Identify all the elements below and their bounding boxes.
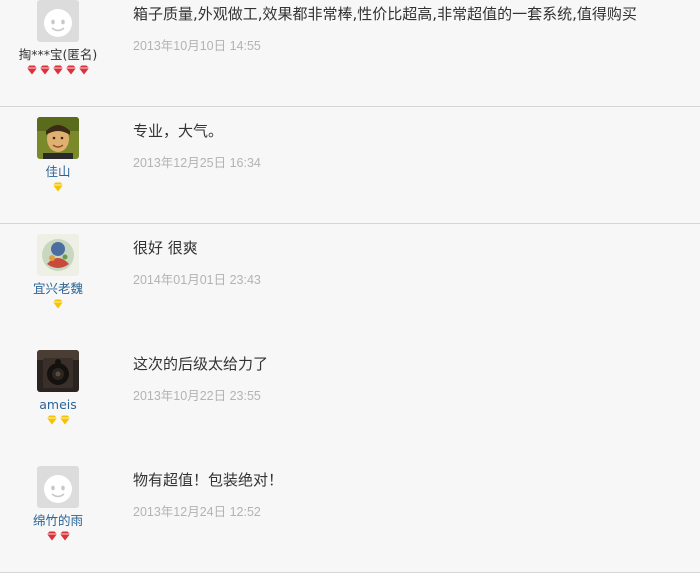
username[interactable]: 掏***宝(匿名) — [0, 47, 116, 63]
user-photo-icon[interactable] — [37, 234, 79, 276]
review-item: ameis 这次的后级太给力了 2013年10月22日 23:55 — [0, 340, 700, 457]
gold-diamond-icon — [53, 182, 63, 192]
buyer-level-badges — [0, 531, 116, 546]
red-diamond-icon — [53, 65, 63, 75]
review-item: 绵竹的雨 物有超值！包装绝对！ 2013年12月24日 12:52 — [0, 456, 700, 573]
review-timestamp: 2013年12月24日 12:52 — [133, 505, 261, 519]
red-diamond-icon — [79, 65, 89, 75]
red-diamond-icon — [27, 65, 37, 75]
review-comment: 这次的后级太给力了 — [133, 355, 269, 373]
default-avatar-icon[interactable] — [37, 466, 79, 508]
buyer-level-badges — [0, 415, 116, 430]
buyer-level-badges — [0, 65, 116, 80]
gold-diamond-icon — [46, 415, 57, 425]
buyer-level-badges — [0, 299, 116, 314]
review-item: 掏***宝(匿名) 箱子质量,外观做工,效果都非常棒,性价比超高,非常超值的一套… — [0, 0, 700, 107]
review-comment: 很好 很爽 — [133, 239, 198, 257]
gold-diamond-icon — [59, 415, 70, 425]
review-timestamp: 2014年01月01日 23:43 — [133, 273, 261, 287]
red-diamond-icon — [46, 531, 57, 541]
review-item: 佳山 专业，大气。 2013年12月25日 16:34 — [0, 107, 700, 224]
review-comment: 专业，大气。 — [133, 122, 224, 140]
username[interactable]: ameis — [0, 397, 116, 413]
review-timestamp: 2013年12月25日 16:34 — [133, 156, 261, 170]
review-comment: 箱子质量,外观做工,效果都非常棒,性价比超高,非常超值的一套系统,值得购买 — [133, 5, 637, 23]
red-diamond-icon — [66, 65, 76, 75]
user-photo-icon[interactable] — [37, 350, 79, 392]
red-diamond-icon — [59, 531, 70, 541]
buyer-level-badges — [0, 182, 116, 197]
review-item: 宜兴老魏 很好 很爽 2014年01月01日 23:43 — [0, 224, 700, 341]
review-timestamp: 2013年10月22日 23:55 — [133, 389, 261, 403]
default-avatar-icon[interactable] — [37, 0, 79, 42]
review-comment: 物有超值！包装绝对！ — [133, 471, 284, 489]
gold-diamond-icon — [53, 299, 63, 309]
review-timestamp: 2013年10月10日 14:55 — [133, 39, 261, 53]
username[interactable]: 绵竹的雨 — [0, 513, 116, 529]
user-photo-icon[interactable] — [37, 117, 79, 159]
review-list: 掏***宝(匿名) 箱子质量,外观做工,效果都非常棒,性价比超高,非常超值的一套… — [0, 0, 700, 573]
username[interactable]: 佳山 — [0, 164, 116, 180]
username[interactable]: 宜兴老魏 — [0, 281, 116, 297]
red-diamond-icon — [40, 65, 50, 75]
